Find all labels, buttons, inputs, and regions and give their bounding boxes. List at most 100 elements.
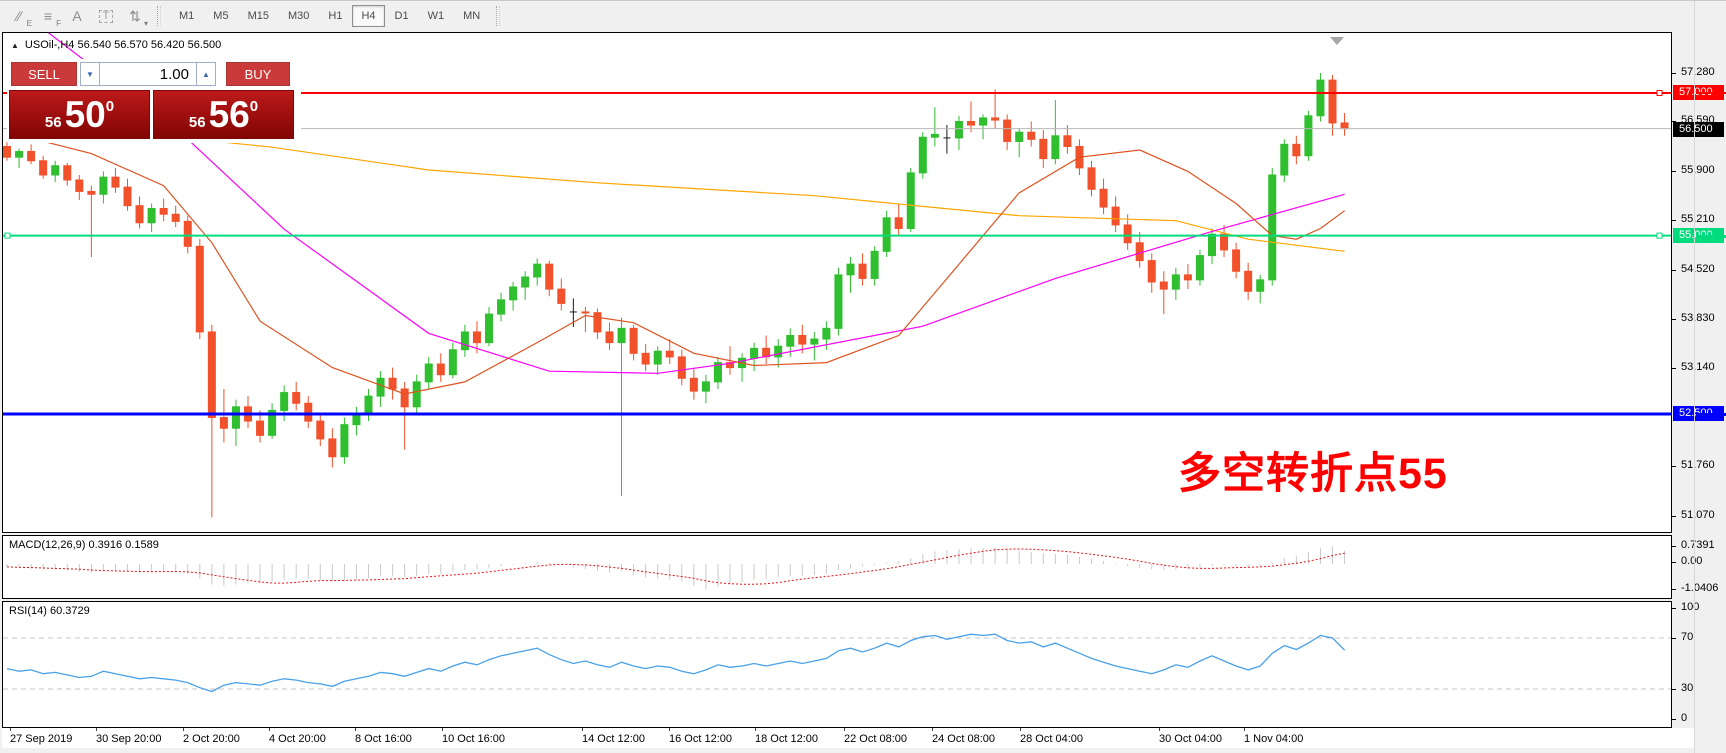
timeframe-m1-button[interactable]: M1 xyxy=(170,5,203,27)
tool-text-icon[interactable]: A xyxy=(64,5,90,27)
axis-tick-mark xyxy=(1672,220,1676,221)
sell-price-handle: 56 xyxy=(45,114,62,131)
candle-body xyxy=(883,218,890,252)
sell-price-display[interactable]: 56 50 0 xyxy=(9,90,150,139)
tool-arrow-tools-icon[interactable]: ⇅▾ xyxy=(122,5,148,27)
candle-body xyxy=(1245,271,1252,291)
rsi-tick-label: 100 xyxy=(1681,601,1699,613)
candle-body xyxy=(16,151,23,157)
date-tick-mark xyxy=(183,728,184,731)
candle-body xyxy=(100,177,107,194)
window-divider xyxy=(1694,1,1695,753)
axis-tick-mark xyxy=(1672,719,1676,720)
axis-tick-mark xyxy=(1672,638,1676,639)
rsi-tick-label: 0 xyxy=(1681,712,1687,724)
candle-body xyxy=(425,364,432,382)
timeframe-d1-button[interactable]: D1 xyxy=(386,5,418,27)
candle-body xyxy=(919,137,926,173)
candle-body xyxy=(1052,136,1059,159)
date-axis[interactable]: 27 Sep 201930 Sep 20:002 Oct 20:004 Oct … xyxy=(2,728,1694,748)
candle-body xyxy=(787,335,794,346)
arrow-tools-sub: ▾ xyxy=(144,19,148,28)
buy-price-big: 56 xyxy=(209,96,250,133)
buy-price-display[interactable]: 56 56 0 xyxy=(153,90,294,139)
candle-body xyxy=(1112,207,1119,225)
candle-body xyxy=(823,328,830,339)
timeframe-mn-button[interactable]: MN xyxy=(454,5,489,27)
candle-body xyxy=(751,348,758,358)
candle-body xyxy=(148,209,155,223)
candle-body xyxy=(510,287,517,300)
candle-body xyxy=(305,403,312,421)
date-tick-mark xyxy=(755,728,756,731)
buy-price-sup: 0 xyxy=(250,98,258,115)
tool-text-label-icon[interactable]: T xyxy=(93,5,119,27)
volume-increase-button[interactable]: ▲ xyxy=(196,62,216,86)
candle-body xyxy=(1064,136,1071,147)
chart-shift-marker-icon[interactable] xyxy=(1330,37,1344,45)
candle-body xyxy=(1088,168,1095,189)
macd-indicator-panel: MACD(12,26,9) 0.3916 0.1589 xyxy=(2,535,1672,599)
candle-body xyxy=(28,151,35,160)
buy-price-handle: 56 xyxy=(189,114,206,131)
candle-body xyxy=(702,382,709,391)
axis-tick-mark xyxy=(1672,171,1676,172)
date-tick-mark xyxy=(1159,728,1160,731)
candle-body xyxy=(257,421,264,435)
candle-body xyxy=(1172,275,1179,289)
candle-body xyxy=(1341,123,1348,129)
drawing-tools-group: ∕∕E≡F A T ⇅▾ xyxy=(6,5,151,27)
candle-body xyxy=(606,332,613,343)
timeframe-group: M1M5M15M30H1H4D1W1MN xyxy=(170,5,490,27)
level-line-stub xyxy=(1696,413,1726,416)
timeframe-m5-button[interactable]: M5 xyxy=(204,5,237,27)
toolbar-separator xyxy=(496,6,500,26)
text-glyph: A xyxy=(72,9,81,23)
arrow-tools-glyph: ⇅ xyxy=(129,9,141,23)
rsi-chart[interactable] xyxy=(3,602,1671,727)
macd-chart[interactable] xyxy=(3,536,1671,598)
collapse-panel-icon[interactable]: ▲ xyxy=(11,41,19,50)
date-label: 8 Oct 16:00 xyxy=(355,733,412,745)
candle-body xyxy=(473,332,480,343)
candle-body xyxy=(1184,275,1191,280)
sell-button[interactable]: SELL xyxy=(11,62,77,86)
candle-body xyxy=(871,251,878,278)
candle-body xyxy=(220,418,227,429)
timeframe-h1-button[interactable]: H1 xyxy=(319,5,351,27)
candle-body xyxy=(992,118,999,120)
candle-body xyxy=(1305,116,1312,156)
timeframe-w1-button[interactable]: W1 xyxy=(419,5,454,27)
volume-input[interactable] xyxy=(100,62,196,86)
tool-fibonacci-retracement-icon[interactable]: ≡F xyxy=(35,5,61,27)
candle-body xyxy=(401,389,408,407)
timeframe-m30-button[interactable]: M30 xyxy=(279,5,318,27)
candle-body xyxy=(1124,225,1131,243)
axis-tick-mark xyxy=(1672,589,1676,590)
tool-equidistant-channel-icon[interactable]: ∕∕E xyxy=(6,5,32,27)
candle-body xyxy=(955,122,962,138)
buy-button[interactable]: BUY xyxy=(226,62,290,86)
one-click-trading-panel: SELL ▼ ▲ BUY 56 50 0 56 56 0 xyxy=(7,59,301,143)
candle-body xyxy=(811,339,818,344)
text-label-glyph: T xyxy=(99,10,114,23)
date-label: 27 Sep 2019 xyxy=(10,733,72,745)
macd-label: MACD(12,26,9) 0.3916 0.1589 xyxy=(9,539,159,551)
volume-decrease-button[interactable]: ▼ xyxy=(80,62,100,86)
candle-body xyxy=(232,407,239,428)
candle-body xyxy=(196,246,203,332)
sell-price-sup: 0 xyxy=(106,98,114,115)
date-label: 18 Oct 12:00 xyxy=(755,733,818,745)
price-tick-label: 57.280 xyxy=(1681,66,1715,78)
timeframe-h4-button[interactable]: H4 xyxy=(352,5,384,27)
date-label: 2 Oct 20:00 xyxy=(183,733,240,745)
toolbar-separator xyxy=(157,6,161,26)
candle-body xyxy=(1233,250,1240,271)
candle-body xyxy=(558,289,565,303)
timeframe-m15-button[interactable]: M15 xyxy=(239,5,278,27)
price-axis[interactable]: 57.28056.59055.90055.21054.52053.83053.1… xyxy=(1672,1,1726,753)
candle-body xyxy=(522,277,529,287)
fibonacci-retracement-glyph: ≡ xyxy=(44,9,52,23)
candle-body xyxy=(835,275,842,328)
candle-body xyxy=(1269,175,1276,280)
